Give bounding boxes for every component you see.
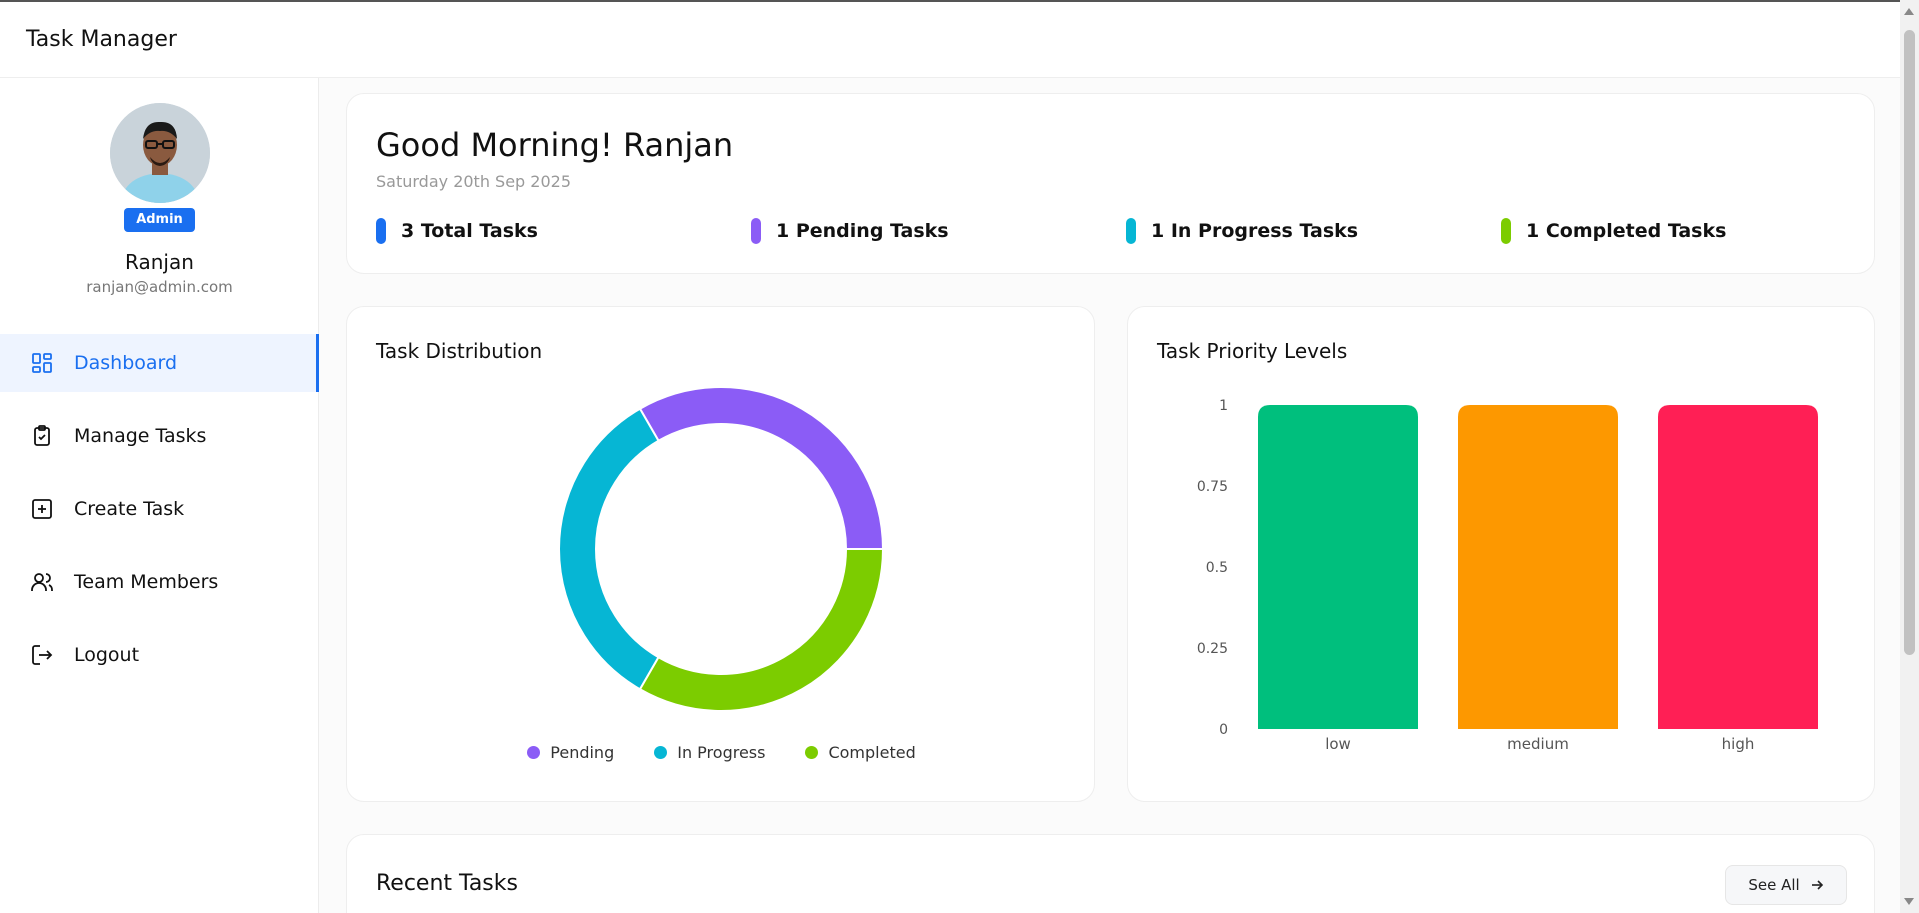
donut-slice-in-progress [558, 407, 660, 691]
stat-text: 1 Pending Tasks [776, 220, 949, 242]
stat-pending-tasks: 1 Pending Tasks [751, 218, 949, 244]
legend-item-completed: Completed [805, 743, 916, 762]
top-navbar: Task Manager [0, 2, 1900, 78]
logout-icon [32, 645, 53, 665]
sidebar-item-dashboard[interactable]: Dashboard [0, 334, 319, 392]
y-tick-label: 1 [1219, 398, 1228, 414]
legend-label: In Progress [677, 743, 766, 762]
user-email: ranjan@admin.com [86, 278, 233, 296]
legend-item-in-progress: In Progress [654, 743, 765, 762]
stat-color-bar [376, 218, 386, 244]
sidebar-item-label: Logout [74, 644, 140, 666]
scroll-thumb[interactable] [1904, 30, 1915, 655]
task-distribution-donut-chart [558, 386, 885, 712]
donut-slice-pending [638, 386, 885, 550]
scroll-up-arrow[interactable] [1904, 8, 1914, 15]
bar-low [1258, 405, 1418, 729]
user-name: Ranjan [125, 250, 194, 274]
sidebar-item-label: Team Members [74, 571, 219, 593]
y-tick-label: 0 [1219, 722, 1228, 738]
y-tick-label: 0.5 [1206, 560, 1228, 576]
sidebar-item-label: Create Task [74, 498, 185, 520]
task-priority-card: Task Priority Levels 0 0.25 0.5 0.75 1 low med… [1127, 306, 1875, 802]
legend-item-pending: Pending [527, 743, 614, 762]
legend-dot [654, 746, 668, 759]
see-all-button[interactable]: See All [1725, 865, 1847, 905]
scroll-down-arrow[interactable] [1904, 898, 1914, 905]
x-tick-label: medium [1507, 735, 1569, 753]
x-tick-label: low [1325, 735, 1351, 753]
avatar [110, 103, 210, 203]
stat-in-progress-tasks: 1 In Progress Tasks [1126, 218, 1358, 244]
legend-label: Completed [828, 743, 916, 762]
recent-tasks-title: Recent Tasks [376, 871, 518, 896]
bar-medium [1458, 405, 1618, 729]
legend-dot [527, 746, 541, 759]
role-badge: Admin [124, 208, 195, 232]
clipboard-check-icon [34, 425, 50, 446]
sidebar-item-label: Dashboard [74, 352, 178, 374]
avatar-image [110, 103, 210, 203]
stat-text: 1 In Progress Tasks [1151, 220, 1359, 242]
stat-color-bar [1126, 218, 1136, 244]
bar-high [1658, 405, 1818, 729]
task-priority-bar-chart: 0 0.25 0.5 0.75 1 low medium high [1197, 398, 1818, 753]
greeting-card: Good Morning! Ranjan Saturday 20th Sep 2… [346, 93, 1875, 274]
recent-tasks-card: Recent Tasks See All [346, 834, 1875, 913]
x-tick-label: high [1722, 735, 1755, 753]
sidebar-item-label: Manage Tasks [74, 425, 207, 447]
sidebar-item-manage-tasks[interactable]: Manage Tasks [0, 407, 319, 465]
stat-text: 1 Completed Tasks [1526, 220, 1727, 242]
sidebar-item-team-members[interactable]: Team Members [0, 553, 319, 611]
page-scrollbar[interactable] [1900, 0, 1919, 913]
task-distribution-card: Task Distribution Pending In Progress Co… [346, 306, 1095, 802]
donut-slice-completed [638, 548, 885, 712]
plus-square-icon [32, 499, 52, 519]
donut-legend: Pending In Progress Completed [347, 743, 1096, 762]
stat-completed-tasks: 1 Completed Tasks [1501, 218, 1726, 244]
legend-label: Pending [550, 743, 615, 762]
stat-text: 3 Total Tasks [401, 220, 538, 242]
legend-dot [805, 746, 819, 759]
dashboard-grid-icon [32, 353, 52, 373]
sidebar: Admin Ranjan ranjan@admin.com Dashboard … [0, 78, 319, 913]
greeting-title: Good Morning! Ranjan [376, 126, 734, 164]
greeting-date: Saturday 20th Sep 2025 [376, 172, 572, 191]
app-title: Task Manager [26, 27, 177, 52]
sidebar-item-logout[interactable]: Logout [0, 626, 319, 684]
y-tick-label: 0.75 [1197, 479, 1228, 495]
sidebar-item-create-task[interactable]: Create Task [0, 480, 319, 538]
y-tick-label: 0.25 [1197, 641, 1228, 657]
stat-color-bar [1501, 218, 1511, 244]
users-icon [31, 573, 53, 591]
stat-total-tasks: 3 Total Tasks [376, 218, 538, 244]
stat-color-bar [751, 218, 761, 244]
arrow-right-icon [1811, 880, 1823, 890]
see-all-label: See All [1748, 876, 1800, 894]
